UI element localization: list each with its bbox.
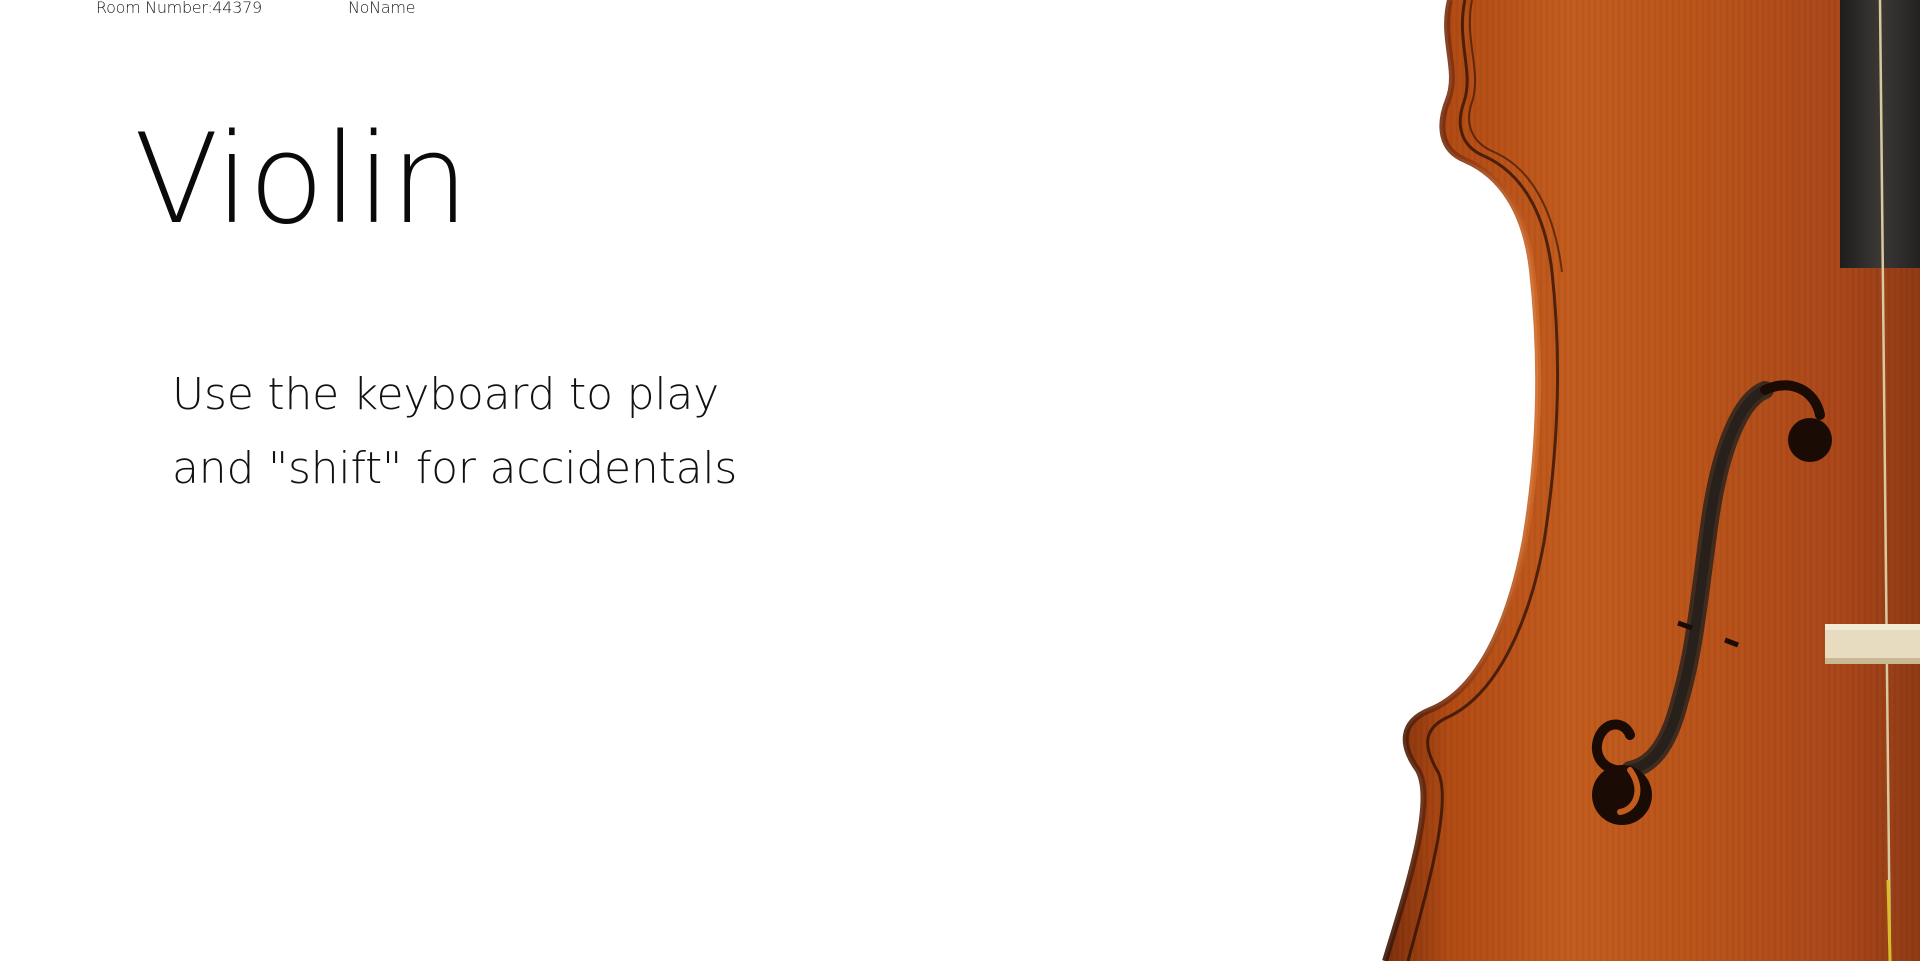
instruction-line: Use the keyboard to play [172, 369, 719, 420]
violin-image [1382, 0, 1920, 961]
instruction-line: and "shift" for accidentals [172, 443, 738, 494]
player-name-label: NoName [348, 0, 416, 17]
violin-page: Room Number:44379 NoName Violin Use the … [0, 0, 1920, 961]
play-instructions: Use the keyboard to play and "shift" for… [172, 358, 737, 506]
room-number-label: Room Number:44379 [96, 0, 262, 17]
page-title: Violin [134, 108, 469, 252]
